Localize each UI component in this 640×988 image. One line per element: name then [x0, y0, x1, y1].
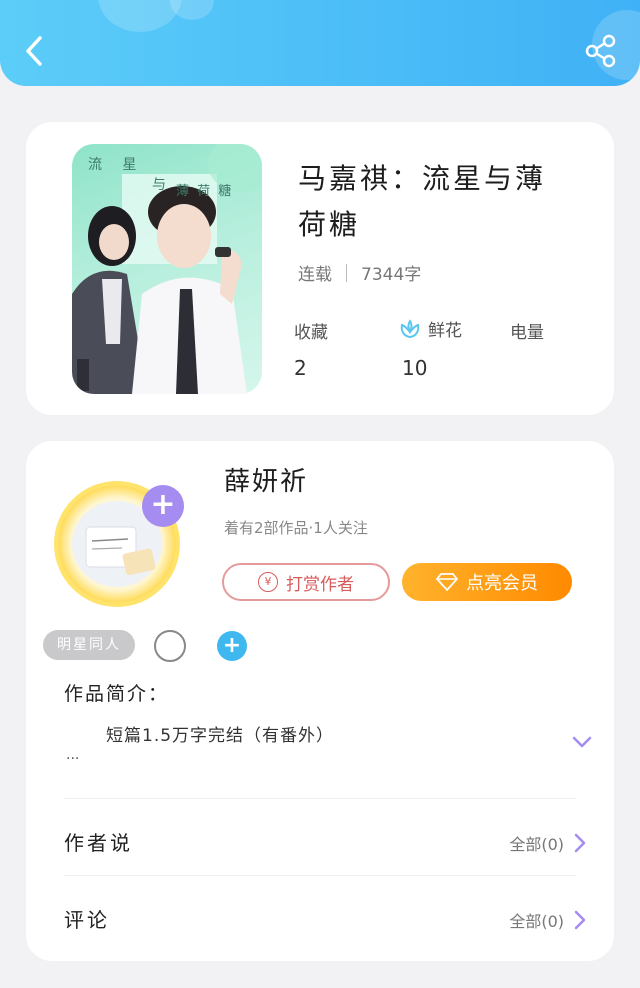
author-says-label: 作者说 [64, 831, 133, 855]
cover-title-text: 薄 荷 糖 [176, 184, 234, 199]
flower-icon [400, 318, 420, 338]
meta-divider [346, 263, 347, 282]
book-title: 马嘉祺：流星与薄荷糖 [298, 162, 547, 241]
book-status: 连载 [298, 265, 332, 285]
book-info-card: 流 星 与 薄 荷 糖 马嘉祺：流星与薄荷糖 连载 7344字 收藏 2 鲜花 … [26, 122, 614, 415]
empty-tag-circle[interactable] [154, 630, 186, 662]
section-divider [64, 798, 576, 799]
category-tag[interactable]: 明星同人 [43, 630, 135, 660]
author-says-count: 全部(0) [509, 835, 564, 854]
favorites-label: 收藏 [294, 323, 328, 343]
chevron-right-icon [574, 910, 586, 930]
comments-count: 全部(0) [509, 912, 564, 931]
share-icon [585, 34, 616, 68]
back-button[interactable] [22, 34, 48, 68]
header-decoration [170, 0, 214, 20]
author-says-all-link[interactable]: 全部(0) [509, 831, 586, 855]
expand-intro-icon[interactable] [572, 735, 592, 749]
book-meta: 连载 7344字 [298, 260, 421, 285]
author-card: + 薛妍祈 着有2部作品·1人关注 ¥ 打赏作者 点亮会员 明星同人 + 作品简… [26, 441, 614, 961]
tip-author-button[interactable]: ¥ 打赏作者 [222, 563, 390, 601]
word-count: 7344字 [361, 265, 422, 285]
vip-button-label: 点亮会员 [466, 573, 538, 594]
author-summary: 着有2部作品·1人关注 [224, 519, 368, 537]
tip-author-label: 打赏作者 [286, 574, 354, 595]
section-divider [64, 875, 576, 876]
favorites-value: 2 [294, 356, 307, 380]
comments-row[interactable]: 评论 全部(0) [26, 888, 614, 950]
power-label[interactable]: 电量 [510, 318, 544, 343]
intro-title: 作品简介： [64, 683, 170, 705]
flowers-value: 10 [402, 356, 428, 380]
comments-label: 评论 [64, 908, 110, 932]
intro-ellipsis: ... [66, 747, 80, 763]
author-says-row[interactable]: 作者说 全部(0) [26, 811, 614, 873]
yen-icon: ¥ [258, 572, 278, 592]
top-header [0, 0, 640, 86]
chevron-left-icon [26, 36, 42, 66]
book-cover[interactable]: 流 星 与 薄 荷 糖 [72, 144, 262, 394]
intro-text: 短篇1.5万字完结（有番外） [106, 726, 335, 746]
header-decoration [98, 0, 182, 32]
cover-title-text: 与 [152, 177, 174, 193]
comments-all-link[interactable]: 全部(0) [509, 908, 586, 932]
follow-author-button[interactable]: + [142, 485, 184, 527]
share-button[interactable] [584, 34, 618, 68]
flowers-label: 鲜花 [428, 321, 462, 341]
diamond-icon [436, 573, 458, 591]
add-tag-button[interactable]: + [217, 631, 247, 661]
vip-button[interactable]: 点亮会员 [402, 563, 572, 601]
cover-title-text: 流 星 [88, 157, 145, 173]
chevron-right-icon [574, 833, 586, 853]
author-name[interactable]: 薛妍祈 [224, 461, 308, 498]
flowers-stat[interactable]: 鲜花 [398, 316, 462, 341]
